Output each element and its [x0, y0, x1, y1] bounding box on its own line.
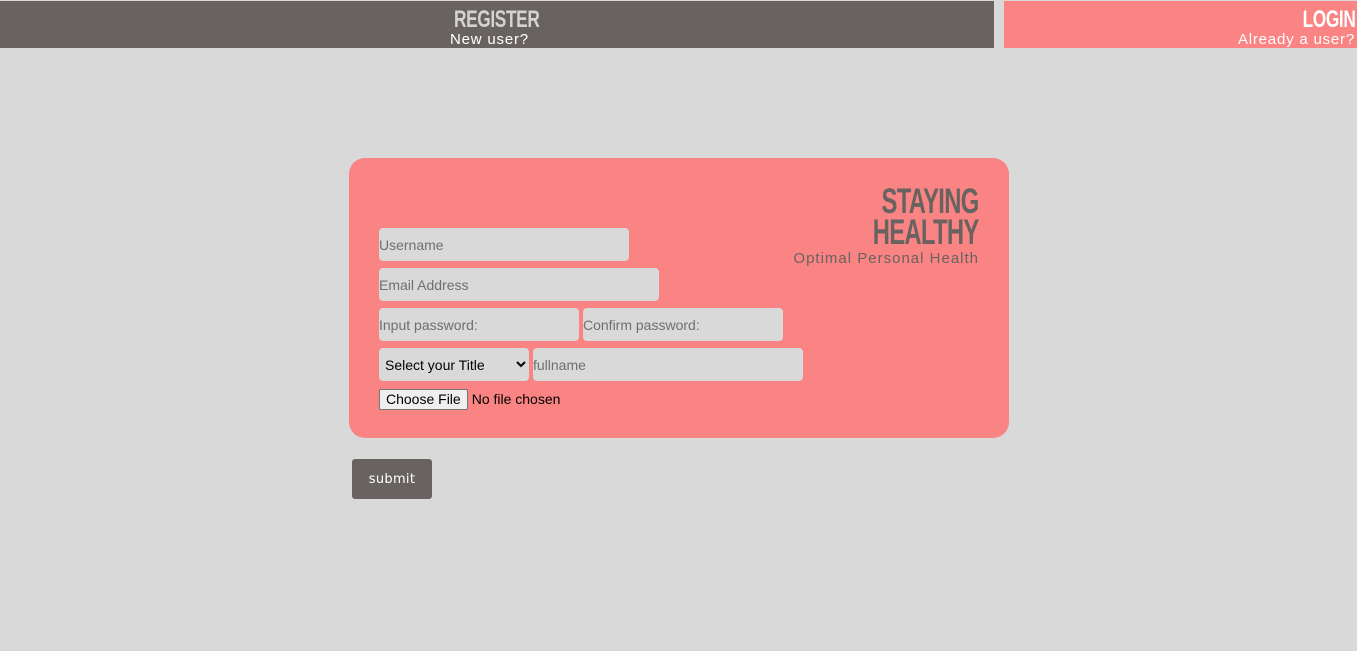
- password-input[interactable]: [379, 308, 579, 341]
- page: REGISTER New user? LOGIN Already a user?…: [0, 0, 1357, 651]
- register-tab-subtitle: New user?: [450, 31, 529, 48]
- username-input[interactable]: [379, 228, 629, 261]
- file-status-text: No file chosen: [471, 391, 561, 407]
- login-tab-subtitle: Already a user?: [1237, 31, 1355, 48]
- title-select[interactable]: Select your Title: [379, 348, 529, 381]
- registration-form-card: STAYING HEALTHY Optimal Personal Health …: [349, 158, 1009, 438]
- brand-title-line2: HEALTHY: [873, 213, 980, 252]
- email-input[interactable]: [379, 268, 659, 301]
- confirm-password-input[interactable]: [583, 308, 783, 341]
- register-tab[interactable]: REGISTER New user?: [0, 1, 994, 48]
- page-edge: [1357, 0, 1361, 651]
- file-upload: Choose File No file chosen: [379, 388, 560, 410]
- login-tab[interactable]: LOGIN Already a user?: [1004, 1, 1357, 48]
- submit-button[interactable]: submit: [352, 459, 432, 499]
- choose-file-button[interactable]: Choose File: [379, 388, 468, 410]
- brand-tagline: Optimal Personal Health: [793, 250, 979, 267]
- brand-block: STAYING HEALTHY Optimal Personal Health: [793, 184, 980, 267]
- register-tab-title: REGISTER: [454, 6, 540, 33]
- login-tab-title: LOGIN: [1302, 6, 1355, 33]
- fullname-input[interactable]: [533, 348, 803, 381]
